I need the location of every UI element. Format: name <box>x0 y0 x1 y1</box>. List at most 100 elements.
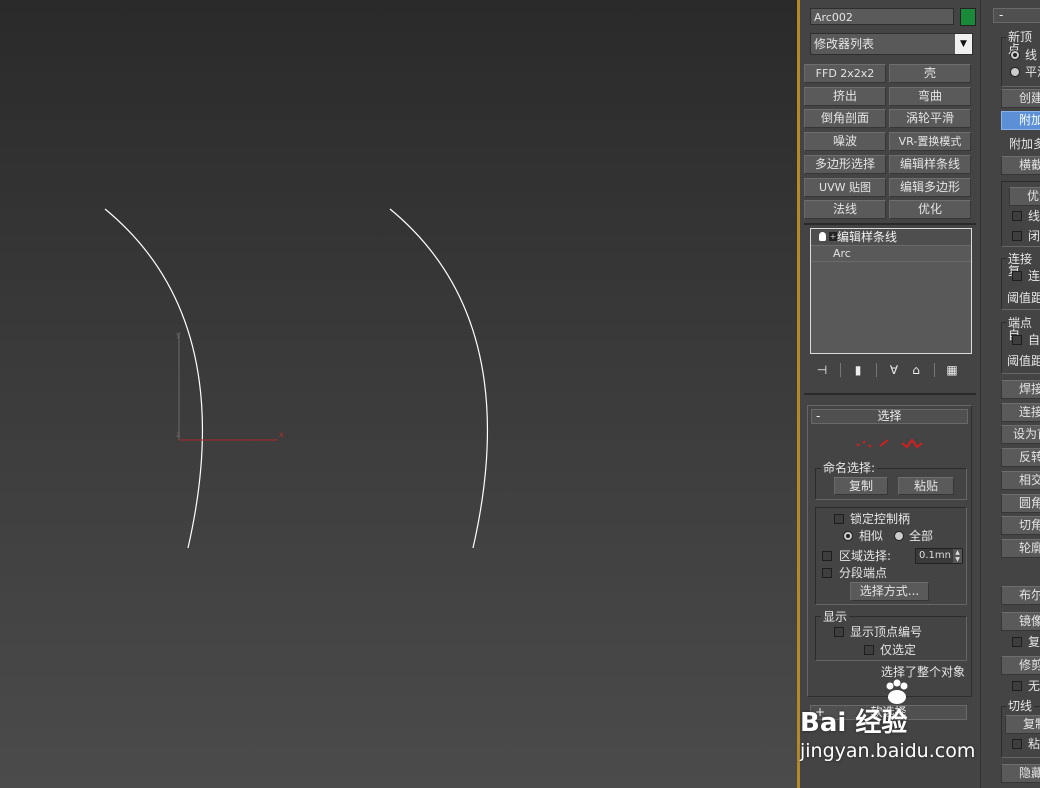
mod-button-poly-select[interactable]: 多边形选择 <box>804 155 886 174</box>
stack-item-edit-spline[interactable]: + 编辑样条线 <box>811 229 971 246</box>
mod-button-vr-displace[interactable]: VR-置换模式 <box>889 132 971 151</box>
arc-left <box>104 208 203 549</box>
baidu-logo-text: Bai 经验 <box>800 708 908 738</box>
dropdown-arrow-icon[interactable]: ▼ <box>955 34 972 54</box>
geometry-rollout-header[interactable]: - <box>993 8 1040 23</box>
mod-button-edit-spline[interactable]: 编辑样条线 <box>889 155 971 174</box>
sub-object-level-icons <box>856 438 923 449</box>
mod-button-turbosmooth[interactable]: 涡轮平滑 <box>889 109 971 128</box>
selection-rollout-header[interactable]: - 选择 <box>811 409 968 424</box>
linear-checkbox[interactable] <box>1012 211 1022 221</box>
hide-button[interactable]: 隐藏 <box>1001 764 1040 783</box>
area-selection-checkbox[interactable] <box>822 551 832 561</box>
show-vertex-numbers-label: 显示顶点编号 <box>850 625 923 639</box>
segment-end-label: 分段端点 <box>839 566 888 580</box>
copy-checkbox[interactable] <box>1012 637 1022 647</box>
outline-button[interactable]: 轮廓 <box>1001 539 1040 558</box>
auto-weld-label: 自 <box>1028 333 1040 347</box>
alike-label: 相似 <box>859 529 884 543</box>
infinite-checkbox[interactable] <box>1012 681 1022 691</box>
select-by-button[interactable]: 选择方式... <box>850 582 929 601</box>
remove-modifier-icon[interactable]: ⌂ <box>908 362 924 378</box>
stack-item-arc[interactable]: Arc <box>811 246 971 262</box>
lightbulb-icon[interactable] <box>819 232 826 241</box>
alike-radio[interactable] <box>843 531 853 541</box>
spinner-arrows-icon[interactable]: ▲ ▼ <box>953 549 962 563</box>
connect-button[interactable]: 连接 <box>1001 403 1040 422</box>
intersect-button[interactable]: 相交 <box>1001 471 1040 490</box>
spline-level-icon <box>901 438 923 449</box>
attach-button[interactable]: 附加 <box>1001 111 1040 130</box>
vertex-level-icon <box>856 440 872 448</box>
area-threshold-value: 0.1mn <box>919 550 951 561</box>
mod-button-noise[interactable]: 噪波 <box>804 132 886 151</box>
boolean-button[interactable]: 布尔 <box>1001 586 1040 605</box>
toolbar-divider <box>840 363 841 377</box>
object-color-swatch[interactable] <box>960 8 976 26</box>
auto-weld-checkbox[interactable] <box>1012 335 1022 345</box>
mod-button-normal[interactable]: 法线 <box>804 200 886 219</box>
mod-button-shell[interactable]: 壳 <box>889 64 971 83</box>
area-selection-label: 区域选择: <box>839 549 892 563</box>
cross-section-button[interactable]: 横截 <box>1001 156 1040 175</box>
threshold-label-1: 阈值距 <box>1007 291 1040 305</box>
mirror-button[interactable]: 镜像 <box>1001 612 1040 631</box>
reverse-button[interactable]: 反转 <box>1001 448 1040 467</box>
fillet-button[interactable]: 圆角 <box>1001 494 1040 513</box>
modifier-stack[interactable]: + 编辑样条线 Arc <box>810 228 972 354</box>
mod-button-uvw-map[interactable]: UVW 贴图 <box>804 178 886 197</box>
mod-button-bend[interactable]: 弯曲 <box>889 87 971 106</box>
segment-end-checkbox[interactable] <box>822 568 832 578</box>
area-threshold-spinner[interactable]: 0.1mn ▲ ▼ <box>915 548 963 564</box>
separator <box>804 393 976 395</box>
pin-stack-icon[interactable]: ⊣ <box>814 362 830 378</box>
tangent-copy-button[interactable]: 复制 <box>1005 715 1040 734</box>
smooth-radio[interactable] <box>1010 67 1020 77</box>
viewport-canvas <box>104 208 488 549</box>
all-radio[interactable] <box>894 531 904 541</box>
collapse-icon[interactable]: - <box>816 410 820 423</box>
show-vertex-numbers-checkbox[interactable] <box>834 627 844 637</box>
rollout-title-label: 选择 <box>877 409 902 423</box>
lock-handles-label: 锁定控制柄 <box>850 512 911 526</box>
mod-button-extrude[interactable]: 挤出 <box>804 87 886 106</box>
toolbar-divider <box>934 363 935 377</box>
create-line-button[interactable]: 创建 <box>1001 89 1040 108</box>
mod-button-optimize[interactable]: 优化 <box>889 200 971 219</box>
refine-button[interactable]: 优化 <box>1009 187 1040 206</box>
baidu-watermark: Bai 经验 jingyan.baidu.com <box>800 668 1000 768</box>
mod-button-bevel-profile[interactable]: 倒角剖面 <box>804 109 886 128</box>
toolbar-divider <box>876 363 877 377</box>
selected-only-checkbox[interactable] <box>864 645 874 655</box>
modifier-list-dropdown[interactable]: 修改器列表 ▼ <box>810 33 973 55</box>
gizmo-z-label: z <box>176 430 181 439</box>
make-first-button[interactable]: 设为首 <box>1001 425 1040 444</box>
show-end-result-icon[interactable]: ▮ <box>850 362 866 378</box>
separator <box>804 223 976 225</box>
tangent-paste-label: 粘 <box>1028 737 1040 751</box>
trim-button[interactable]: 修剪 <box>1001 656 1040 675</box>
copy-chk-label: 复 <box>1028 635 1040 649</box>
copy-button[interactable]: 复制 <box>834 477 888 495</box>
closed-chk-label: 闭 <box>1028 229 1040 243</box>
mod-button-ffd[interactable]: FFD 2x2x2 <box>804 64 886 83</box>
all-label: 全部 <box>909 529 934 543</box>
stack-toolbar: ⊣ ▮ ∀ ⌂ ▦ <box>812 360 972 380</box>
mod-button-edit-poly[interactable]: 编辑多边形 <box>889 178 971 197</box>
closed-checkbox[interactable] <box>1012 231 1022 241</box>
chamfer-button[interactable]: 切角 <box>1001 516 1040 535</box>
linear-radio[interactable] <box>1010 50 1020 60</box>
lock-handles-checkbox[interactable] <box>834 514 844 524</box>
weld-button[interactable]: 焊接 <box>1001 380 1040 399</box>
object-name-field[interactable]: Arc002 <box>810 8 954 25</box>
connect-chk-label: 连 <box>1028 269 1040 283</box>
attach-mult-label[interactable]: 附加多 <box>1009 138 1040 151</box>
connect-checkbox[interactable] <box>1012 271 1022 281</box>
segment-level-icon <box>879 439 889 447</box>
tangent-paste-checkbox[interactable] <box>1012 739 1022 749</box>
viewport-perspective[interactable]: y z x <box>0 0 797 788</box>
make-unique-icon[interactable]: ∀ <box>886 362 902 378</box>
paste-button[interactable]: 粘贴 <box>898 477 954 495</box>
expand-icon[interactable]: + <box>829 232 837 241</box>
configure-sets-icon[interactable]: ▦ <box>944 362 960 378</box>
